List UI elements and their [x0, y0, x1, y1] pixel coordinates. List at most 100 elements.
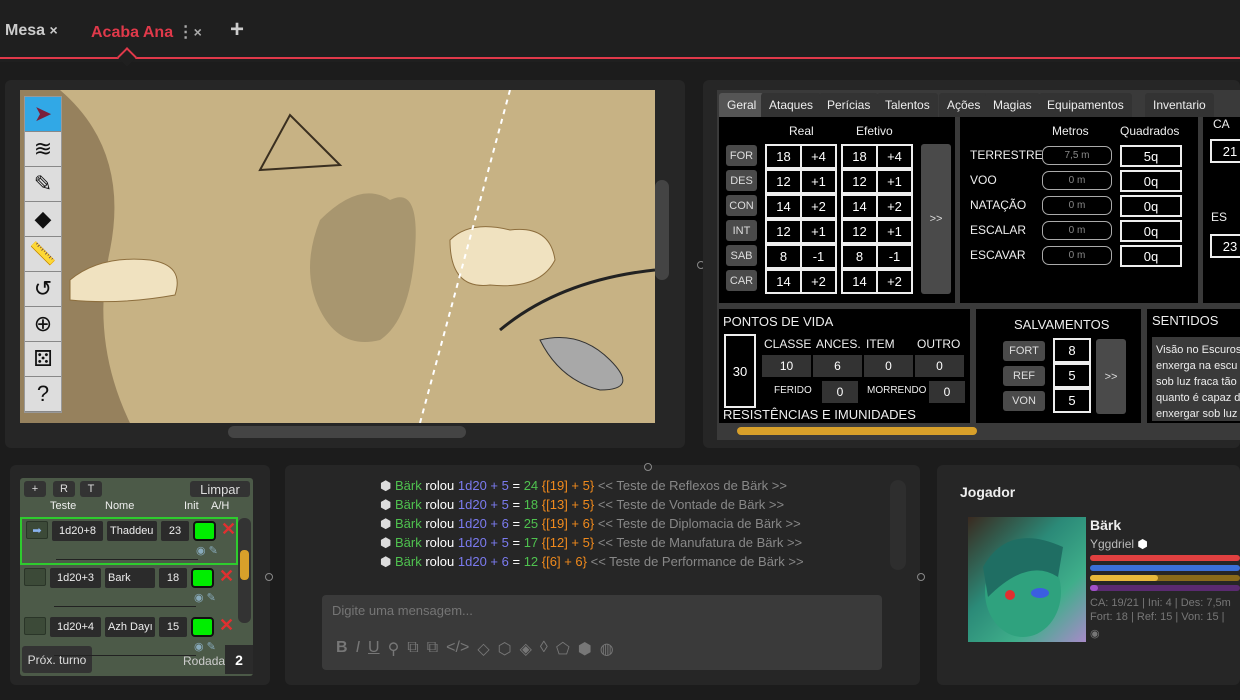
- save-von-button[interactable]: VON: [1003, 391, 1045, 411]
- sheet-tab-5[interactable]: Magias: [985, 93, 1040, 117]
- attr-des-button[interactable]: DES: [726, 170, 757, 191]
- move-squares[interactable]: 0q: [1120, 220, 1182, 242]
- attr-real[interactable]: 14: [765, 269, 802, 294]
- hp-total[interactable]: 30: [724, 334, 756, 408]
- turn-marker[interactable]: [24, 568, 46, 586]
- hp-value[interactable]: 0: [864, 355, 913, 377]
- map-vertical-scrollbar[interactable]: [655, 180, 669, 280]
- save-ref-button[interactable]: REF: [1003, 366, 1045, 386]
- initiative-row[interactable]: 1d20+4 Azh Dayı 15 ✕ ◉ ✎: [20, 615, 238, 663]
- d8-icon[interactable]: ◈: [520, 639, 532, 659]
- eye-icon[interactable]: ◉: [1090, 627, 1100, 640]
- add-combatant-button[interactable]: +: [24, 481, 46, 497]
- remove-icon[interactable]: ✕: [219, 615, 234, 636]
- init-value[interactable]: 18: [159, 568, 187, 588]
- d6-icon[interactable]: ⬡: [498, 639, 512, 659]
- map-canvas[interactable]: [20, 90, 655, 423]
- resize-handle[interactable]: [917, 573, 925, 581]
- cursor-icon[interactable]: ➤: [25, 97, 61, 132]
- d100-icon[interactable]: ◍: [600, 639, 614, 659]
- resize-handle[interactable]: [265, 573, 273, 581]
- tab-mesa[interactable]: Mesa ×: [5, 22, 58, 40]
- player-portrait[interactable]: [968, 517, 1086, 642]
- hp-value[interactable]: 0: [915, 355, 964, 377]
- hp-value[interactable]: 6: [813, 355, 862, 377]
- visibility-toggle[interactable]: [191, 617, 214, 637]
- italic-icon[interactable]: I: [356, 639, 360, 659]
- layers-icon[interactable]: ≋: [25, 132, 61, 167]
- remove-icon[interactable]: ✕: [221, 519, 236, 540]
- move-squares[interactable]: 0q: [1120, 245, 1182, 267]
- turn-marker[interactable]: [24, 617, 46, 635]
- save-fort-button[interactable]: FORT: [1003, 341, 1045, 361]
- sheet-horizontal-scrollbar[interactable]: [737, 427, 977, 435]
- help-icon[interactable]: ?: [25, 377, 61, 412]
- attr-for-button[interactable]: FOR: [726, 145, 757, 166]
- morrendo-value[interactable]: 0: [929, 381, 965, 403]
- attr-sab-button[interactable]: SAB: [726, 245, 757, 266]
- attr-car-button[interactable]: CAR: [726, 270, 757, 291]
- remove-icon[interactable]: ✕: [219, 566, 234, 587]
- sheet-tab-7[interactable]: Inventario: [1145, 93, 1214, 117]
- es-value[interactable]: 23: [1210, 234, 1240, 258]
- hp-value[interactable]: 10: [762, 355, 811, 377]
- ca-value[interactable]: 21: [1210, 139, 1240, 163]
- expand-attributes-button[interactable]: >>: [921, 144, 951, 294]
- close-icon[interactable]: ×: [49, 22, 57, 38]
- visibility-toggle[interactable]: [191, 568, 214, 588]
- attr-real[interactable]: 8: [765, 244, 802, 269]
- sheet-tab-4[interactable]: Ações: [939, 93, 989, 117]
- dice-icon[interactable]: ⚄: [25, 342, 61, 377]
- d10-icon[interactable]: ◊: [540, 639, 548, 659]
- sheet-tab-6[interactable]: Equipamentos: [1039, 93, 1132, 117]
- initiative-scrollbar[interactable]: [238, 518, 251, 623]
- tab-acaba-ana[interactable]: Acaba Ana ⋮×: [91, 22, 202, 42]
- move-squares[interactable]: 0q: [1120, 195, 1182, 217]
- ferido-value[interactable]: 0: [822, 381, 858, 403]
- code-icon[interactable]: </>: [446, 639, 469, 659]
- eye-icon[interactable]: ◉ ✎: [194, 640, 216, 653]
- attr-real[interactable]: 18: [765, 144, 802, 169]
- bold-icon[interactable]: B: [336, 639, 348, 659]
- expand-saves-button[interactable]: >>: [1096, 339, 1126, 414]
- map-horizontal-scrollbar[interactable]: [228, 426, 466, 438]
- eye-icon[interactable]: ◉ ✎: [196, 544, 218, 557]
- attr-real[interactable]: 12: [765, 169, 802, 194]
- initiative-row[interactable]: ➡ 1d20+8 Thaddeu 23 ✕ ◉ ✎: [20, 517, 238, 565]
- init-value[interactable]: 23: [161, 521, 189, 541]
- menu-icon[interactable]: ⋮: [178, 24, 194, 41]
- init-test[interactable]: 1d20+3: [50, 568, 101, 588]
- init-name[interactable]: Thaddeu: [107, 521, 157, 541]
- init-test[interactable]: 1d20+4: [50, 617, 101, 637]
- macro-add-icon[interactable]: ⧉: [407, 639, 418, 659]
- attr-int-button[interactable]: INT: [726, 220, 757, 241]
- history-icon[interactable]: ↺: [25, 272, 61, 307]
- sheet-tab-1[interactable]: Ataques: [761, 93, 822, 117]
- chat-input[interactable]: [332, 603, 862, 618]
- init-test[interactable]: 1d20+8: [52, 521, 103, 541]
- d4-icon[interactable]: ◇: [477, 639, 489, 659]
- pencil-icon[interactable]: ✎: [25, 167, 61, 202]
- underline-icon[interactable]: U: [368, 639, 380, 659]
- reroll-button[interactable]: R: [53, 481, 75, 497]
- init-value[interactable]: 15: [159, 617, 187, 637]
- move-squares[interactable]: 5q: [1120, 145, 1182, 167]
- move-squares[interactable]: 0q: [1120, 170, 1182, 192]
- attr-real[interactable]: 14: [765, 194, 802, 219]
- d12-icon[interactable]: ⬠: [556, 639, 570, 659]
- attach-icon[interactable]: ⚲: [388, 639, 400, 659]
- t-button[interactable]: T: [80, 481, 102, 497]
- add-tab-button[interactable]: +: [230, 16, 244, 44]
- macro-remove-icon[interactable]: ⧉: [427, 639, 438, 659]
- sheet-tab-2[interactable]: Perícias: [819, 93, 879, 117]
- zoom-icon[interactable]: ⊕: [25, 307, 61, 342]
- attr-con-button[interactable]: CON: [726, 195, 757, 216]
- chat-scrollbar[interactable]: [890, 480, 906, 570]
- eye-icon[interactable]: ◉ ✎: [194, 591, 216, 604]
- init-name[interactable]: Azh Dayı: [105, 617, 155, 637]
- visibility-toggle[interactable]: [193, 521, 216, 541]
- init-name[interactable]: Bark: [105, 568, 155, 588]
- sheet-tab-3[interactable]: Talentos: [877, 93, 938, 117]
- clear-button[interactable]: Limpar: [190, 481, 250, 497]
- resize-handle[interactable]: [644, 463, 652, 471]
